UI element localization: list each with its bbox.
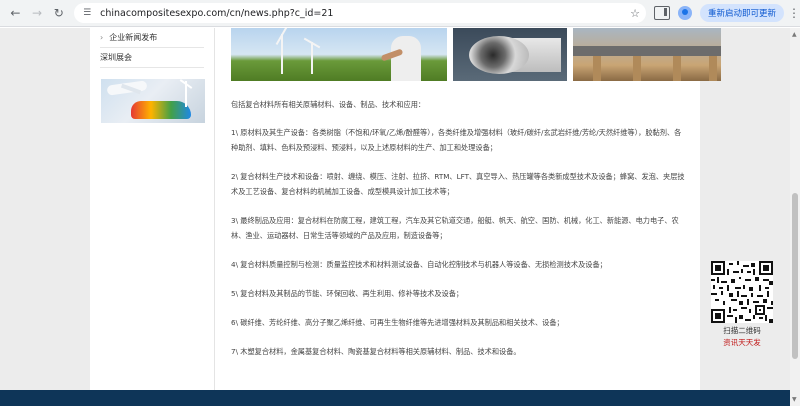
article-images [225, 28, 721, 83]
update-button[interactable]: 重新启动即可更新 [699, 4, 784, 22]
address-bar[interactable]: ☰ chinacompositesexpo.com/cn/news.php?c_… [74, 3, 646, 23]
url-text[interactable]: chinacompositesexpo.com/cn/news.php?c_id… [100, 8, 630, 19]
star-icon[interactable]: ☆ [630, 7, 640, 20]
banner-car-shape [131, 101, 191, 119]
article-paragraph: 6\ 碳纤维、芳纶纤维、高分子聚乙烯纤维、可再生生物纤维等先进增强材料及其制品和… [231, 318, 564, 327]
site-info-icon[interactable]: ☰ [80, 6, 94, 20]
turbine-pole [311, 42, 313, 74]
article-paragraph: 4\ 复合材料质量控制与检测：质量监控技术和材料测试设备、自动化控制技术与机器人… [231, 260, 607, 269]
page-viewport: › 企业新闻发布 深圳展会 包括复合材料所有相关原辅材料、设备、制品、技术和应用… [0, 28, 790, 406]
sidebar-item-company-news[interactable]: › 企业新闻发布 [100, 28, 204, 48]
rocket-cylinder-image [453, 28, 567, 81]
content-container: › 企业新闻发布 深圳展会 包括复合材料所有相关原辅材料、设备、制品、技术和应用… [90, 28, 721, 390]
arrow-right-icon[interactable]: → [28, 3, 47, 23]
scroll-thumb[interactable] [792, 193, 798, 359]
more-vert-icon[interactable]: ⋮ [788, 6, 800, 20]
bridge-pillar [633, 56, 641, 81]
chevron-right-icon: › [100, 33, 104, 42]
scroll-down-arrow-icon[interactable]: ▼ [792, 396, 797, 403]
person-shape [391, 36, 421, 81]
sidebar-banner-image[interactable] [101, 79, 205, 123]
qr-caption: 扫描二维码 [723, 326, 761, 335]
bridge-pillar [593, 56, 601, 81]
article-paragraph: 5\ 复合材料及其制品的节能、环保回收、再生利用、修补等技术及设备； [231, 289, 464, 298]
reload-icon[interactable]: ↻ [49, 3, 68, 23]
sidebar: › 企业新闻发布 深圳展会 [90, 28, 215, 390]
profile-icon[interactable] [677, 6, 692, 20]
bridge-pillar [709, 56, 717, 81]
article-paragraph: 7\ 木塑复合材料，金属基复合材料、陶瓷基复合材料等相关原辅材料、制品、技术和设… [231, 347, 521, 356]
qr-code-image [711, 261, 773, 323]
arrow-left-icon[interactable]: ← [6, 3, 25, 23]
bridge-pillar [673, 56, 681, 81]
turbine-pole [281, 34, 283, 74]
footer-bar [0, 390, 790, 406]
cylinder-end-shape [469, 36, 529, 74]
article-paragraph: 1\ 原材料及其生产设备：各类树脂（不饱和/环氧/乙烯/酚醛等），各类纤维及增强… [231, 128, 682, 152]
qr-code-svg [711, 261, 773, 323]
sidebar-item-shenzhen-expo[interactable]: 深圳展会 [100, 48, 204, 68]
article-paragraph: 3\ 最终制品及应用：复合材料在防腐工程，建筑工程，汽车及其它轨道交通，船艇、帆… [231, 216, 679, 240]
article-intro: 包括复合材料所有相关原辅材料、设备、制品、技术和应用： [231, 100, 426, 109]
wind-turbine-field-image [231, 28, 447, 81]
article-paragraph: 2\ 复合材料生产技术和设备：喷射、缠绕、模压、注射、拉挤、RTM、LFT、真空… [231, 172, 685, 196]
sidebar-item-label: 企业新闻发布 [109, 33, 158, 42]
browser-toolbar: ← → ↻ ☰ chinacompositesexpo.com/cn/news.… [0, 0, 800, 27]
article-main: 包括复合材料所有相关原辅材料、设备、制品、技术和应用： 1\ 原材料及其生产设备… [225, 28, 721, 390]
sidebar-item-label: 深圳展会 [100, 53, 132, 62]
side-panel-icon[interactable] [653, 6, 670, 20]
page-scrollbar[interactable]: ▲ ▼ [790, 28, 800, 406]
qr-widget: 扫描二维码 资讯天天发 [708, 261, 776, 347]
scroll-up-arrow-icon[interactable]: ▲ [792, 31, 797, 38]
qr-link[interactable]: 资讯天天发 [708, 337, 776, 348]
bridge-structure-image [573, 28, 721, 81]
bridge-deck-shape [573, 46, 721, 56]
